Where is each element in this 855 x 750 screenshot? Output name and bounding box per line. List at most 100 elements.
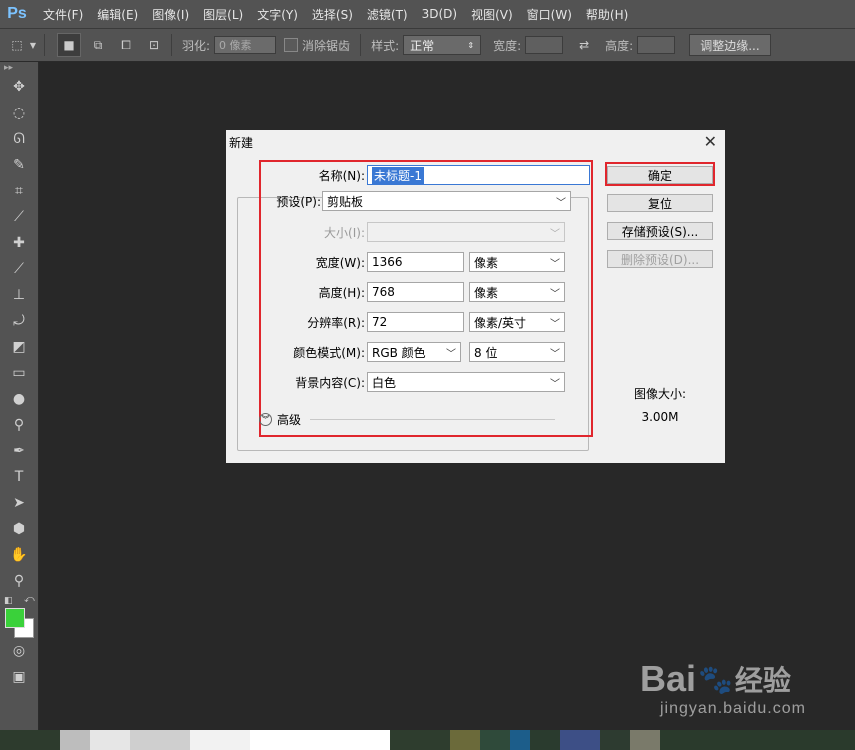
advanced-toggle[interactable]: ︾ 高级: [259, 411, 301, 428]
menu-edit[interactable]: 编辑(E): [90, 6, 145, 23]
width-input[interactable]: [525, 36, 564, 54]
refine-edge-button[interactable]: 调整边缘...: [689, 34, 771, 56]
resolution-unit-dropdown[interactable]: 像素/英寸 ﹀: [469, 312, 565, 332]
photoshop-logo: Ps: [7, 5, 27, 22]
menu-file[interactable]: 文件(F): [36, 6, 90, 23]
dodge-icon[interactable]: ⚲: [0, 412, 38, 438]
image-size-info: 图像大小: 3.00M: [607, 385, 713, 432]
size-label: 大小(I):: [324, 226, 365, 240]
height-label: 高度(H):: [318, 286, 365, 300]
width-input[interactable]: 1366: [367, 252, 464, 272]
taskbar-segment: [450, 730, 480, 750]
divider: [360, 34, 362, 56]
new-selection-icon[interactable]: ■: [57, 33, 81, 57]
preset-value: 剪贴板: [327, 194, 364, 209]
new-document-dialog: 新建 ✕ 名称(N): 未标题-1 预设(P): 剪贴板 ﹀ 大小(I): ﹀ 宽…: [226, 130, 725, 463]
hand-icon[interactable]: ✋: [0, 542, 38, 568]
color-swatches: ◧ ⤺: [0, 594, 38, 638]
chevron-down-icon: ﹀: [550, 228, 560, 240]
menu-view[interactable]: 视图(V): [464, 6, 520, 23]
taskbar-segment: [190, 730, 250, 750]
background-dropdown[interactable]: 白色 ﹀: [367, 372, 565, 392]
menu-bar: Ps 文件(F) 编辑(E) 图像(I) 图层(L) 文字(Y) 选择(S) 滤…: [0, 0, 855, 28]
bit-depth-dropdown[interactable]: 8 位 ﹀: [469, 342, 565, 362]
swap-colors-icon[interactable]: ⤺: [24, 594, 35, 605]
menu-select[interactable]: 选择(S): [305, 6, 360, 23]
reset-button[interactable]: 复位: [607, 194, 713, 212]
menu-help[interactable]: 帮助(H): [579, 6, 635, 23]
pen-icon[interactable]: ✒: [0, 438, 38, 464]
default-colors-icon[interactable]: ◧: [4, 596, 13, 606]
history-brush-icon[interactable]: ⤾: [0, 308, 38, 334]
screen-mode-icon[interactable]: ▣: [0, 664, 38, 690]
chevron-down-icon: ﹀: [556, 197, 566, 209]
chevron-down-icon: ﹀: [550, 288, 560, 300]
brush-icon[interactable]: ⟋: [0, 256, 38, 282]
eyedropper-icon[interactable]: ⟋: [0, 204, 38, 230]
save-preset-button[interactable]: 存储预设(S)...: [607, 222, 713, 240]
delete-preset-button[interactable]: 删除预设(D)...: [607, 250, 713, 268]
taskbar-segment: [600, 730, 630, 750]
feather-input[interactable]: 0 像素: [214, 36, 277, 54]
watermark-logo-right: 经验: [734, 665, 791, 696]
marquee-tool-icon[interactable]: ⬚: [6, 34, 28, 56]
height-input[interactable]: [637, 36, 676, 54]
move-tool-icon[interactable]: ✥: [0, 74, 38, 100]
foreground-color-swatch[interactable]: [5, 608, 25, 628]
blur-icon[interactable]: ●: [0, 386, 38, 412]
close-icon[interactable]: ✕: [704, 132, 717, 151]
shape-tool-icon[interactable]: ⬢: [0, 516, 38, 542]
menu-layer[interactable]: 图层(L): [196, 6, 250, 23]
width-unit-dropdown[interactable]: 像素 ﹀: [469, 252, 565, 272]
ellipse-marquee-icon[interactable]: ◌: [0, 100, 38, 126]
resolution-label: 分辨率(R):: [307, 316, 365, 330]
feather-label: 羽化:: [182, 38, 211, 53]
taskbar-segment: [130, 730, 190, 750]
menu-type[interactable]: 文字(Y): [250, 6, 305, 23]
quick-select-icon[interactable]: ✎: [0, 152, 38, 178]
chevron-down-icon[interactable]: ▼: [28, 34, 38, 56]
collapse-icon[interactable]: ▸▸: [0, 62, 38, 74]
image-size-value: 3.00M: [641, 410, 679, 424]
dialog-title: 新建: [229, 136, 254, 150]
intersect-selection-icon[interactable]: ⊡: [143, 34, 165, 56]
menu-window[interactable]: 窗口(W): [520, 6, 579, 23]
height-input[interactable]: 768: [367, 282, 464, 302]
menu-image[interactable]: 图像(I): [145, 6, 196, 23]
swap-icon[interactable]: ⇄: [573, 34, 595, 56]
color-mode-dropdown[interactable]: RGB 颜色 ﹀: [367, 342, 461, 362]
chevron-down-icon: ﹀: [446, 348, 456, 360]
advanced-label: 高级: [277, 413, 302, 427]
subtract-selection-icon[interactable]: ⧠: [115, 34, 137, 56]
menu-3d[interactable]: 3D(D): [415, 7, 464, 21]
antialias-label: 消除锯齿: [302, 38, 351, 53]
zoom-icon[interactable]: ⚲: [0, 568, 38, 594]
eraser-icon[interactable]: ◩: [0, 334, 38, 360]
name-input[interactable]: 未标题-1: [367, 165, 590, 185]
menu-filter[interactable]: 滤镜(T): [360, 6, 415, 23]
taskbar-segment: [560, 730, 600, 750]
style-dropdown[interactable]: 正常 ⇕: [403, 35, 482, 55]
background-label: 背景内容(C):: [295, 376, 365, 390]
type-tool-icon[interactable]: T: [0, 464, 38, 490]
antialias-checkbox[interactable]: [284, 38, 299, 52]
tools-panel: ▸▸ ✥ ◌ ᘏ ✎ ⌗ ⟋ ✚ ⟋ ⊥ ⤾ ◩ ▭ ● ⚲ ✒ T ➤ ⬢ ✋…: [0, 62, 39, 730]
width-unit-value: 像素: [474, 255, 499, 270]
clone-stamp-icon[interactable]: ⊥: [0, 282, 38, 308]
size-dropdown[interactable]: ﹀: [367, 222, 565, 242]
gradient-icon[interactable]: ▭: [0, 360, 38, 386]
path-select-icon[interactable]: ➤: [0, 490, 38, 516]
quick-mask-icon[interactable]: ◎: [0, 638, 38, 664]
add-selection-icon[interactable]: ⧉: [87, 34, 109, 56]
baidu-jingyan-watermark: Bai 🐾 经验 jingyan.baidu.com: [640, 658, 840, 738]
divider: [310, 419, 555, 420]
ok-button[interactable]: 确定: [607, 166, 713, 184]
lasso-icon[interactable]: ᘏ: [0, 126, 38, 152]
healing-brush-icon[interactable]: ✚: [0, 230, 38, 256]
divider: [44, 34, 45, 56]
resolution-input[interactable]: 72: [367, 312, 464, 332]
chevron-down-icon: ﹀: [550, 258, 560, 270]
preset-dropdown[interactable]: 剪贴板 ﹀: [322, 191, 571, 211]
height-unit-dropdown[interactable]: 像素 ﹀: [469, 282, 565, 302]
crop-icon[interactable]: ⌗: [0, 178, 38, 204]
